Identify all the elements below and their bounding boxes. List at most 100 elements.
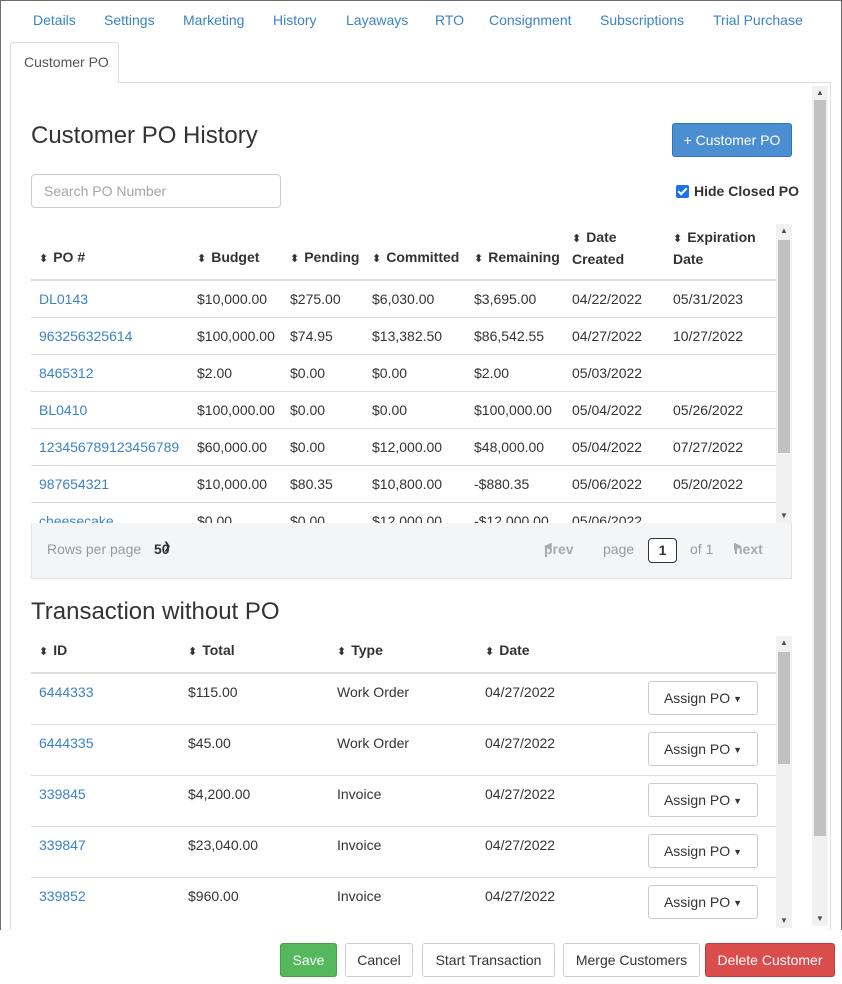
scroll-up-arrow-icon[interactable]: ▲ xyxy=(776,636,792,650)
tab-trial-purchase[interactable]: Trial Purchase xyxy=(713,12,803,28)
po-number-link[interactable]: DL0143 xyxy=(39,291,88,307)
col-id[interactable]: ⬍ ID xyxy=(31,636,180,674)
col-pending[interactable]: ⬍ Pending xyxy=(282,224,364,281)
po-number-link[interactable]: 963256325614 xyxy=(39,328,132,344)
transaction-id-link[interactable]: 339847 xyxy=(39,837,86,853)
transaction-id-cell[interactable]: 6444335 xyxy=(31,723,180,775)
footer-bar: Save Cancel Start Transaction Merge Cust… xyxy=(0,930,842,984)
assign-po-dropdown[interactable]: Assign PO ▼ xyxy=(648,782,758,817)
assign-po-label: Assign PO xyxy=(663,740,731,757)
search-po-input[interactable] xyxy=(31,174,281,208)
transaction-id-link[interactable]: 6444333 xyxy=(39,684,94,700)
transaction-id-cell[interactable]: 6444333 xyxy=(31,672,180,724)
tab-history[interactable]: History xyxy=(273,12,317,28)
po-cell: 10/27/2022 xyxy=(665,316,776,354)
chevron-down-icon: ▼ xyxy=(733,846,743,857)
po-number-link[interactable]: cheesecake xyxy=(39,513,114,523)
po-history-title: Customer PO History xyxy=(31,122,258,149)
scrollbar-thumb[interactable] xyxy=(778,240,790,453)
tx-actions-cell: Assign PO ▼ xyxy=(626,825,776,877)
checkbox-checked-icon[interactable] xyxy=(676,185,689,198)
tx-actions-cell: Assign PO ▼ xyxy=(626,723,776,775)
po-number-cell[interactable]: 963256325614 xyxy=(31,316,189,354)
merge-customers-button[interactable]: Merge Customers xyxy=(563,943,700,977)
hide-closed-po-checkbox[interactable]: Hide Closed PO xyxy=(676,183,799,199)
col-remaining[interactable]: ⬍ Remaining xyxy=(466,224,564,281)
po-table-row: 963256325614 $100,000.00 $74.95 $13,382.50 $… xyxy=(31,316,776,354)
tab-layaways[interactable]: Layaways xyxy=(346,12,408,28)
delete-customer-button[interactable]: Delete Customer xyxy=(705,943,835,977)
col-date[interactable]: ⬍ Date xyxy=(477,636,626,674)
tx-cell: 04/27/2022 xyxy=(477,825,626,877)
col-expiration-date[interactable]: ⬍ Expiration Date xyxy=(665,224,776,281)
col-committed[interactable]: ⬍ Committed xyxy=(364,224,466,281)
po-table-scrollbar[interactable]: ▲ ▼ xyxy=(776,224,792,523)
po-cell: $86,542.55 xyxy=(466,316,564,354)
po-number-cell[interactable]: BL0410 xyxy=(31,390,189,428)
col-type[interactable]: ⬍ Type xyxy=(329,636,477,674)
po-cell: 07/27/2022 xyxy=(665,427,776,465)
tx-table: ⬍ ID ⬍ Total ⬍ Type ⬍ Date 6444333 $115.00 Wor… xyxy=(31,636,776,928)
assign-po-dropdown[interactable]: Assign PO ▼ xyxy=(648,884,758,919)
po-number-cell[interactable]: cheesecake xyxy=(31,501,189,523)
po-number-cell[interactable]: 123456789123456789 xyxy=(31,427,189,465)
po-number-cell[interactable]: DL0143 xyxy=(31,279,189,317)
transaction-id-link[interactable]: 339845 xyxy=(39,786,86,802)
assign-po-dropdown[interactable]: Assign PO ▼ xyxy=(648,833,758,868)
scroll-down-arrow-icon[interactable]: ▼ xyxy=(776,914,792,928)
sort-icon: ⬍ xyxy=(485,646,494,658)
po-number-link[interactable]: 987654321 xyxy=(39,476,109,492)
start-transaction-button[interactable]: Start Transaction xyxy=(422,943,555,977)
po-table-row: DL0143 $10,000.00 $275.00 $6,030.00 $3,695.0… xyxy=(31,279,776,317)
po-table-container: ⬍ PO # ⬍ Budget ⬍ Pending ⬍ Committed ⬍ Remai… xyxy=(31,224,776,523)
po-cell: $0.00 xyxy=(282,353,364,391)
chevron-down-icon: ▼ xyxy=(733,795,743,806)
save-button[interactable]: Save xyxy=(280,943,337,977)
scroll-down-arrow-icon[interactable]: ▼ xyxy=(776,509,792,523)
transaction-id-link[interactable]: 6444335 xyxy=(39,735,94,751)
po-cell: $74.95 xyxy=(282,316,364,354)
transaction-id-link[interactable]: 339852 xyxy=(39,888,86,904)
tab-subscriptions[interactable]: Subscriptions xyxy=(600,12,684,28)
page-number-input[interactable]: 1 xyxy=(648,538,677,563)
po-number-link[interactable]: BL0410 xyxy=(39,402,87,418)
sort-icon: ⬍ xyxy=(39,253,48,265)
scrollbar-thumb[interactable] xyxy=(778,652,790,764)
tab-customer-po[interactable]: Customer PO xyxy=(10,42,119,83)
assign-po-label: Assign PO xyxy=(663,690,731,706)
add-customer-po-button[interactable]: + Customer PO xyxy=(672,123,792,157)
scroll-up-arrow-icon[interactable]: ▲ xyxy=(776,224,792,238)
cancel-button[interactable]: Cancel xyxy=(345,943,413,977)
po-number-cell[interactable]: 8465312 xyxy=(31,353,189,391)
scrollbar-thumb[interactable] xyxy=(814,100,826,836)
tx-table-container: ⬍ ID ⬍ Total ⬍ Type ⬍ Date 6444333 $115.00 Wor… xyxy=(31,636,776,928)
po-number-link[interactable]: 8465312 xyxy=(39,365,94,381)
transaction-id-cell[interactable]: 339845 xyxy=(31,774,180,826)
tab-details[interactable]: Details xyxy=(33,12,76,28)
page-scrollbar[interactable]: ▲ ▼ xyxy=(812,86,828,926)
assign-po-dropdown[interactable]: Assign PO ▼ xyxy=(648,681,758,715)
transaction-id-cell[interactable]: 339852 xyxy=(31,876,180,928)
tab-consignment[interactable]: Consignment xyxy=(489,12,572,28)
tx-table-scrollbar[interactable]: ▲ ▼ xyxy=(776,636,792,928)
po-number-cell[interactable]: 987654321 xyxy=(31,464,189,502)
po-cell: 05/26/2022 xyxy=(665,390,776,428)
tab-marketing[interactable]: Marketing xyxy=(183,12,244,28)
po-cell xyxy=(665,353,776,391)
assign-po-dropdown[interactable]: Assign PO ▼ xyxy=(648,731,758,766)
po-table: ⬍ PO # ⬍ Budget ⬍ Pending ⬍ Committed ⬍ Remai… xyxy=(31,224,776,523)
transaction-id-cell[interactable]: 339847 xyxy=(31,825,180,877)
po-cell: 05/20/2022 xyxy=(665,464,776,502)
tab-settings[interactable]: Settings xyxy=(104,12,155,28)
scroll-down-arrow-icon[interactable]: ▼ xyxy=(812,912,828,926)
col-total[interactable]: ⬍ Total xyxy=(180,636,329,674)
po-cell: 05/06/2022 xyxy=(564,501,665,523)
scroll-up-arrow-icon[interactable]: ▲ xyxy=(812,86,828,100)
col-po-number[interactable]: ⬍ PO # xyxy=(31,224,189,281)
tx-cell: Work Order xyxy=(329,723,477,775)
tab-rto[interactable]: RTO xyxy=(435,12,464,28)
col-budget[interactable]: ⬍ Budget xyxy=(189,224,282,281)
po-number-link[interactable]: 123456789123456789 xyxy=(39,439,179,455)
po-cell: $10,800.00 xyxy=(364,464,466,502)
col-date-created[interactable]: ⬍ Date Created xyxy=(564,224,665,281)
